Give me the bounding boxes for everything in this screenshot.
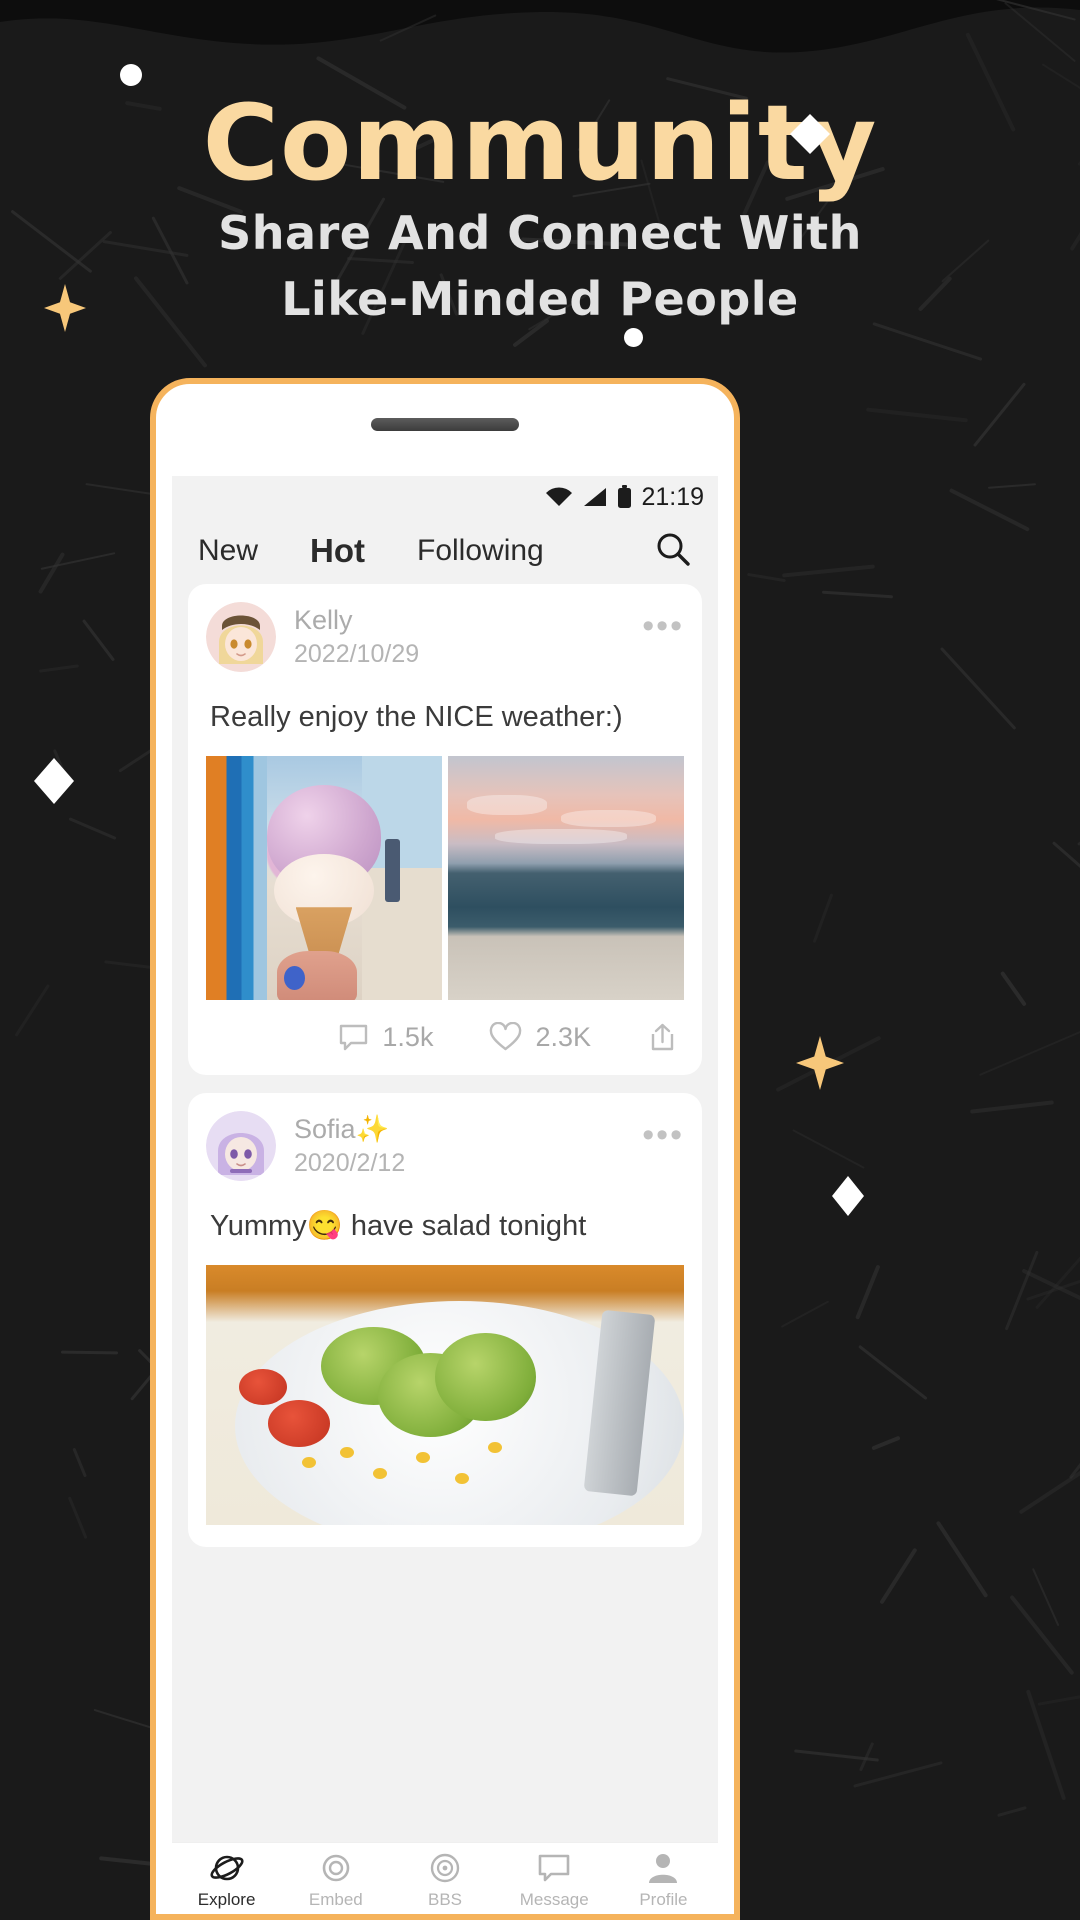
avatar[interactable] [206, 602, 276, 672]
feed-tab-bar: New Hot Following [172, 518, 718, 584]
circle-icon [322, 1854, 350, 1882]
post-date: 2020/2/12 [294, 1149, 406, 1177]
post-meta: Kelly 2022/10/29 [294, 603, 642, 671]
nav-item-explore[interactable]: Explore [172, 1849, 281, 1910]
target-icon [430, 1853, 460, 1883]
post-card[interactable]: Kelly 2022/10/29 ••• Really enjoy the NI… [188, 584, 702, 1075]
search-icon [657, 533, 690, 566]
nav-label-embed: Embed [308, 1890, 363, 1909]
tab-following[interactable]: Following [417, 534, 544, 568]
post-stats: 1.5k 2.3K [206, 1000, 684, 1075]
post-meta: Sofia✨ 2020/2/12 [294, 1112, 642, 1180]
decor-diamond-white-3 [832, 1176, 864, 1216]
phone-screen: 21:19 New Hot Following Kelly 2022/10/29… [172, 476, 718, 1914]
nav-item-message[interactable]: Message [500, 1849, 609, 1910]
phone-mockup: 21:19 New Hot Following Kelly 2022/10/29… [150, 378, 740, 1920]
battery-icon [618, 485, 632, 508]
post-card[interactable]: Sofia✨ 2020/2/12 ••• Yummy😋 have salad t… [188, 1093, 702, 1547]
tab-new[interactable]: New [198, 534, 258, 568]
post-image-ice-cream[interactable] [206, 756, 442, 1000]
decor-dot-1 [120, 64, 142, 86]
status-bar-time: 21:19 [641, 482, 704, 511]
post-image-row [206, 1265, 684, 1525]
subtitle-line-1: Share And Connect With [218, 206, 862, 260]
page-title: Community [202, 82, 878, 204]
post-more-button[interactable]: ••• [642, 609, 684, 643]
post-header: Kelly 2022/10/29 ••• [206, 602, 684, 672]
post-username: Kelly [294, 605, 353, 635]
person-icon [649, 1854, 678, 1883]
search-button[interactable] [654, 530, 692, 573]
post-username: Sofia✨ [294, 1114, 390, 1144]
post-text: Yummy😋 have salad tonight [210, 1210, 587, 1242]
decor-sparkle-gold-2 [796, 1036, 844, 1090]
cellular-signal-icon [584, 488, 607, 506]
post-header: Sofia✨ 2020/2/12 ••• [206, 1111, 684, 1181]
heart-icon [490, 1022, 522, 1051]
nav-label-message: Message [519, 1890, 589, 1909]
nav-label-explore: Explore [197, 1890, 256, 1909]
phone-speaker-slit [371, 418, 519, 431]
comment-count: 1.5k [382, 1022, 434, 1052]
decor-dot-2 [624, 328, 643, 347]
subtitle-line-2: Like-Minded People [281, 272, 799, 326]
avatar-kelly-icon [206, 602, 276, 672]
nav-item-bbs[interactable]: BBS [390, 1849, 499, 1910]
post-image-sunset[interactable] [448, 756, 684, 1000]
nav-item-profile[interactable]: Profile [609, 1849, 718, 1910]
decor-diamond-white-2 [34, 758, 74, 804]
nav-label-bbs: BBS [427, 1890, 463, 1909]
post-feed[interactable]: Kelly 2022/10/29 ••• Really enjoy the NI… [172, 584, 718, 1842]
nav-label-profile: Profile [639, 1890, 688, 1909]
bottom-navigation: Explore Embed BBS Message Profile [172, 1842, 718, 1914]
avatar[interactable] [206, 1111, 276, 1181]
like-count: 2.3K [535, 1022, 591, 1052]
like-stat[interactable]: 2.3K [489, 1022, 591, 1053]
share-icon [651, 1023, 674, 1051]
nav-item-embed[interactable]: Embed [281, 1849, 390, 1910]
chat-icon [538, 1854, 570, 1882]
post-more-button[interactable]: ••• [642, 1118, 684, 1152]
post-image-row [206, 756, 684, 1000]
planet-icon [210, 1855, 244, 1881]
post-stats [206, 1525, 684, 1547]
hero-background: Community Share And Connect With Like-Mi… [0, 0, 1080, 1920]
wifi-icon [546, 487, 573, 506]
comment-icon [340, 1024, 368, 1051]
post-date: 2022/10/29 [294, 640, 420, 668]
status-bar: 21:19 [172, 476, 718, 518]
post-text: Really enjoy the NICE weather:) [210, 701, 623, 733]
post-image-salad[interactable] [206, 1265, 684, 1525]
share-stat[interactable] [647, 1022, 678, 1053]
avatar-sofia-icon [206, 1111, 276, 1181]
tab-hot[interactable]: Hot [310, 532, 365, 570]
page-subtitle: Share And Connect With Like-Minded Peopl… [0, 200, 1080, 332]
comment-stat[interactable]: 1.5k [338, 1022, 433, 1053]
